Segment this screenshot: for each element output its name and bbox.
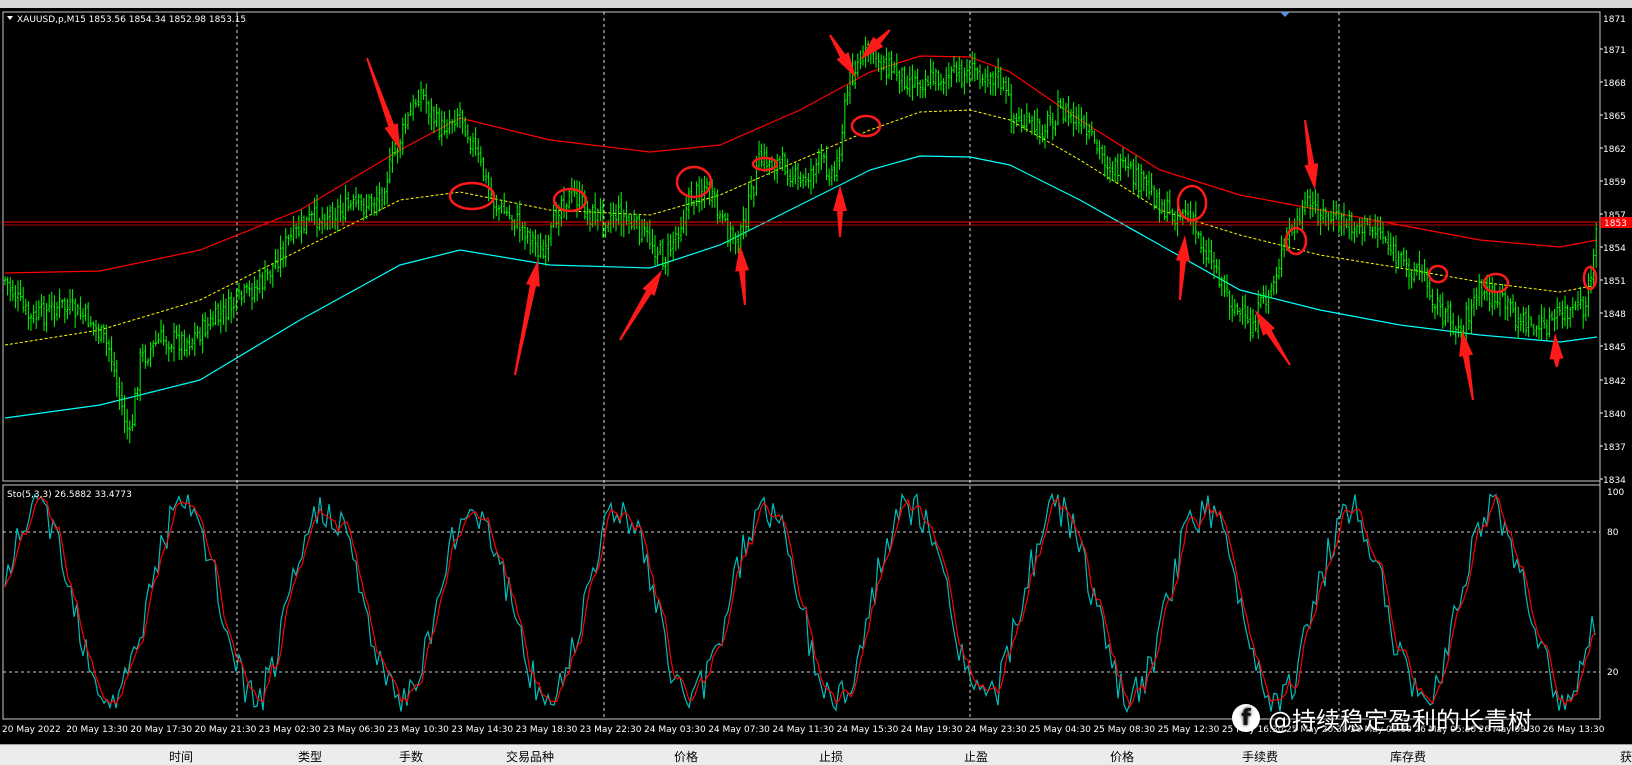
price-tick-label: 1865 [1603,112,1626,122]
time-tick-label: 23 May 14:30 [451,725,513,735]
col-price-2[interactable]: 价格 [1110,748,1134,765]
stoch-axis-80: 80 [1607,528,1619,538]
window-top-strip [0,0,1632,8]
time-tick-label: 25 May 12:30 [1158,725,1220,735]
price-tick-label: 1845 [1603,343,1626,353]
stoch-axis-20: 20 [1607,668,1619,678]
col-symbol[interactable]: 交易品种 [506,748,554,765]
time-tick-label: 24 May 03:30 [644,725,706,735]
price-tick-label: 1859 [1603,178,1626,188]
time-tick-label: 20 May 17:30 [130,725,192,735]
price-tick-label: 1854 [1603,244,1626,254]
time-tick-label: 24 May 19:30 [901,725,963,735]
col-tp[interactable]: 止盈 [964,748,988,765]
watermark-logo-icon: f [1232,704,1260,732]
time-tick-label: 20 May 13:30 [66,725,128,735]
time-tick-label: 23 May 18:30 [516,725,578,735]
col-sl[interactable]: 止损 [819,748,843,765]
terminal-header: 时间 类型 手数 交易品种 价格 止损 止盈 价格 手续费 库存费 获 [0,744,1632,765]
price-axis: 1871186818651862185918571854185118481845… [1600,15,1626,486]
watermark: f @持续稳定盈利的长青树 [1232,697,1532,739]
price-tick-label: 1834 [1603,476,1626,486]
col-swap[interactable]: 库存费 [1390,748,1426,765]
time-tick-label: 20 May 2022 [2,725,61,735]
time-tick-label: 20 May 21:30 [195,725,257,735]
time-tick-label: 23 May 06:30 [323,725,385,735]
price-tick-label: 1837 [1603,443,1626,453]
col-lots[interactable]: 手数 [399,748,423,765]
price-tick-label: 1871 [1603,46,1626,56]
watermark-text: @持续稳定盈利的长青树 [1268,706,1532,735]
col-profit[interactable]: 获 [1620,748,1632,765]
price-tick-label: 1851 [1603,277,1626,287]
col-type[interactable]: 类型 [298,748,322,765]
time-tick-label: 23 May 10:30 [387,725,449,735]
price-tick-label: 1842 [1603,377,1626,387]
indicator-header: Sto(5,3,3) 26.5882 33.4773 [7,490,132,500]
price-tick-label: 1840 [1603,410,1626,420]
chart-area[interactable]: XAUUSD,p,M15 1853.56 1854.34 1852.98 185… [0,8,1632,744]
symbol-header: XAUUSD,p,M15 1853.56 1854.34 1852.98 185… [17,15,246,25]
time-tick-label: 26 May 13:30 [1543,725,1605,735]
price-tick-label: 1871 [1603,15,1626,25]
price-tick-label: 1868 [1603,79,1626,89]
price-tick-label: 1848 [1603,310,1626,320]
time-tick-label: 24 May 11:30 [772,725,834,735]
time-tick-label: 23 May 22:30 [580,725,642,735]
col-time[interactable]: 时间 [169,748,193,765]
time-tick-label: 25 May 08:30 [1093,725,1155,735]
time-tick-label: 24 May 23:30 [965,725,1027,735]
time-tick-label: 24 May 07:30 [708,725,770,735]
col-price[interactable]: 价格 [674,748,698,765]
current-price-label: 1853 [1604,219,1627,229]
time-tick-label: 23 May 02:30 [259,725,321,735]
time-tick-label: 24 May 15:30 [837,725,899,735]
price-tick-label: 1862 [1603,145,1626,155]
stoch-axis-100: 100 [1607,488,1624,498]
time-tick-label: 25 May 04:30 [1029,725,1091,735]
col-commission[interactable]: 手续费 [1242,748,1278,765]
